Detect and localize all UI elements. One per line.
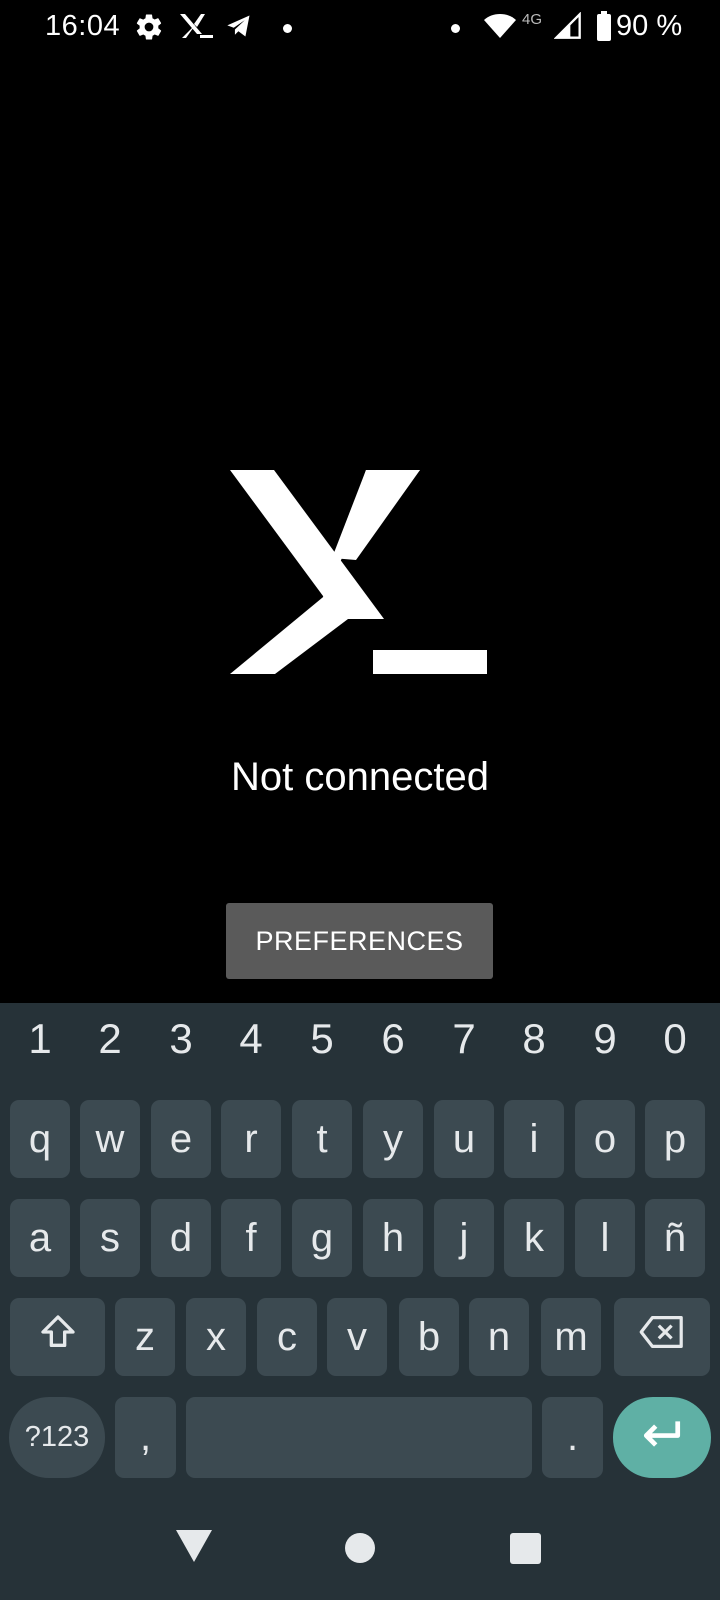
key-5[interactable]: 5 [292,1015,352,1063]
nav-home-icon[interactable] [345,1533,375,1563]
key-7[interactable]: 7 [434,1015,494,1063]
cell-signal-icon [553,11,582,45]
key-k[interactable]: k [504,1199,564,1277]
nav-recents-icon[interactable] [510,1533,541,1564]
key-b[interactable]: b [399,1298,459,1376]
key-q[interactable]: q [10,1100,70,1178]
backspace-key[interactable] [614,1298,710,1376]
key-4[interactable]: 4 [221,1015,281,1063]
key-1[interactable]: 1 [10,1015,70,1063]
comma-key[interactable]: , [115,1397,176,1478]
key-n-tilde[interactable]: ñ [645,1199,705,1277]
connection-status: Not connected [231,755,489,799]
gear-icon [134,12,164,47]
key-u[interactable]: u [434,1100,494,1178]
status-time: 16:04 [45,10,121,42]
key-d[interactable]: d [151,1199,211,1277]
key-g[interactable]: g [292,1199,352,1277]
key-n[interactable]: n [469,1298,529,1376]
key-l[interactable]: l [575,1199,635,1277]
key-p[interactable]: p [645,1100,705,1178]
key-t[interactable]: t [292,1100,352,1178]
key-r[interactable]: r [221,1100,281,1178]
key-y[interactable]: y [363,1100,423,1178]
key-3[interactable]: 3 [151,1015,211,1063]
status-bar: 16:04 4G 90 % [0,0,720,56]
space-key[interactable] [186,1397,532,1478]
number-row: 1 2 3 4 5 6 7 8 9 0 [0,1003,720,1083]
key-j[interactable]: j [434,1199,494,1277]
key-w[interactable]: w [80,1100,140,1178]
battery-icon [596,11,612,46]
backspace-icon [638,1314,686,1360]
key-c[interactable]: c [257,1298,317,1376]
nav-back-icon[interactable] [176,1530,212,1567]
key-o[interactable]: o [575,1100,635,1178]
battery-percent: 90 % [616,10,683,42]
key-6[interactable]: 6 [363,1015,423,1063]
key-9[interactable]: 9 [575,1015,635,1063]
key-m[interactable]: m [541,1298,601,1376]
shift-key[interactable] [10,1298,105,1376]
key-a[interactable]: a [10,1199,70,1277]
terminal-app-icon [180,14,214,45]
period-key[interactable]: . [542,1397,603,1478]
symbols-key[interactable]: ?123 [9,1397,105,1478]
key-x[interactable]: x [186,1298,246,1376]
notification-dot-icon [451,24,460,33]
key-v[interactable]: v [327,1298,387,1376]
enter-key[interactable] [613,1397,711,1478]
preferences-button[interactable]: PREFERENCES [226,903,493,979]
shift-icon [38,1312,78,1362]
key-i[interactable]: i [504,1100,564,1178]
wifi-icon [484,12,516,45]
key-z[interactable]: z [115,1298,175,1376]
key-0[interactable]: 0 [645,1015,705,1063]
key-2[interactable]: 2 [80,1015,140,1063]
x-terminal-logo [230,470,490,676]
network-type: 4G [522,11,543,28]
notification-dot-icon [283,24,292,33]
key-e[interactable]: e [151,1100,211,1178]
key-f[interactable]: f [221,1199,281,1277]
telegram-icon [224,12,254,45]
key-s[interactable]: s [80,1199,140,1277]
key-8[interactable]: 8 [504,1015,564,1063]
key-h[interactable]: h [363,1199,423,1277]
soft-keyboard: 1 2 3 4 5 6 7 8 9 0 q w e r t y u i o p … [0,1003,720,1600]
enter-icon [640,1415,684,1460]
